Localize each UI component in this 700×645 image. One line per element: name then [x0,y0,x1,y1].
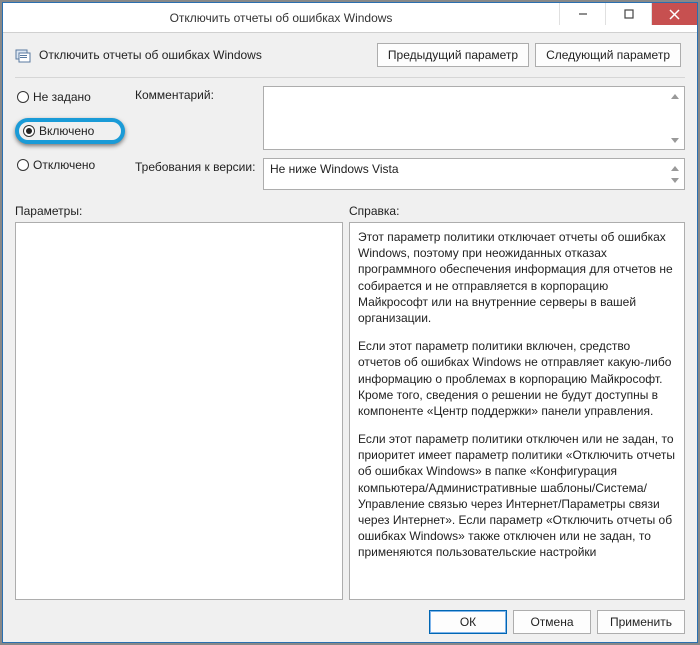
requirements-label: Требования к версии: [135,158,257,190]
radio-label: Включено [39,124,94,138]
ok-button[interactable]: ОК [429,610,507,634]
radio-icon [23,125,35,137]
radio-disabled[interactable]: Отключено [15,156,125,174]
radio-label: Отключено [33,158,95,172]
config-row: Не задано Включено Отключено Комментарий… [15,86,685,190]
previous-setting-button[interactable]: Предыдущий параметр [377,43,529,67]
comment-input[interactable] [263,86,685,150]
help-paragraph: Этот параметр политики отключает отчеты … [358,229,676,326]
scroll-up-icon[interactable] [668,89,682,103]
close-button[interactable] [651,3,697,25]
requirements-value: Не ниже Windows Vista [270,162,399,176]
nav-buttons: Предыдущий параметр Следующий параметр [377,43,681,67]
parameters-label: Параметры: [15,204,349,218]
requirements-row: Требования к версии: Не ниже Windows Vis… [135,158,685,190]
requirements-display: Не ниже Windows Vista [263,158,685,190]
cancel-button[interactable]: Отмена [513,610,591,634]
policy-icon [15,47,31,63]
radio-not-configured[interactable]: Не задано [15,88,125,106]
window-title: Отключить отчеты об ошибках Windows [3,11,559,25]
window-controls [559,3,697,32]
maximize-button[interactable] [605,3,651,25]
minimize-button[interactable] [559,3,605,25]
titlebar: Отключить отчеты об ошибках Windows [3,3,697,33]
parameters-pane [15,222,343,600]
content-area: Отключить отчеты об ошибках Windows Пред… [3,33,697,642]
help-pane: Этот параметр политики отключает отчеты … [349,222,685,600]
scroll-down-icon[interactable] [668,173,682,187]
header-row: Отключить отчеты об ошибках Windows Пред… [15,43,685,67]
policy-editor-window: Отключить отчеты об ошибках Windows Откл… [2,2,698,643]
fields-column: Комментарий: Требования к версии: [135,86,685,190]
help-paragraph: Если этот параметр политики включен, сре… [358,338,676,419]
comment-label: Комментарий: [135,86,257,150]
dialog-footer: ОК Отмена Применить [15,600,685,634]
divider [15,77,685,78]
apply-button[interactable]: Применить [597,610,685,634]
radio-icon [17,159,29,171]
state-radio-group: Не задано Включено Отключено [15,86,125,190]
help-label: Справка: [349,204,399,218]
scroll-down-icon[interactable] [668,133,682,147]
policy-title: Отключить отчеты об ошибках Windows [39,48,369,62]
next-setting-button[interactable]: Следующий параметр [535,43,681,67]
panes-row: Этот параметр политики отключает отчеты … [15,222,685,600]
section-labels: Параметры: Справка: [15,204,685,218]
help-paragraph: Если этот параметр политики отключен или… [358,431,676,561]
radio-enabled[interactable]: Включено [15,118,125,144]
comment-row: Комментарий: [135,86,685,150]
radio-label: Не задано [33,90,91,104]
radio-icon [17,91,29,103]
